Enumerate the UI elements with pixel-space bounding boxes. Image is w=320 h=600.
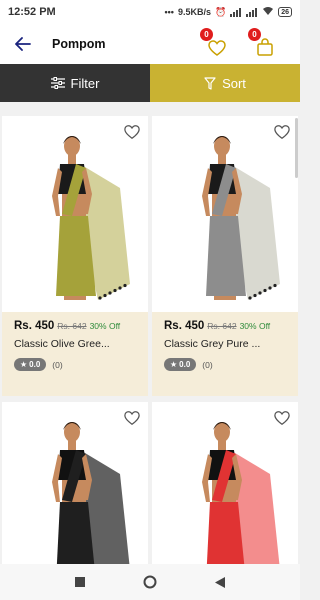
saree-model-image [202, 422, 280, 565]
product-grid: Rs. 450 Rs. 642 30% Off Classic Olive Gr… [0, 110, 300, 565]
recents-button[interactable] [70, 572, 90, 592]
product-discount: 30% Off [239, 321, 271, 331]
saree-model-image [202, 136, 280, 300]
product-info: Rs. 450 Rs. 642 30% Off Classic Grey Pur… [152, 312, 298, 396]
wishlist-count-badge: 0 [200, 28, 213, 41]
review-count: (0) [52, 359, 63, 370]
saree-model-image [52, 136, 130, 300]
star-icon: ★ [20, 360, 28, 369]
status-bar: 12:52 PM ••• 9.5KB/s ⏰ 26 [0, 0, 300, 24]
star-icon: ★ [170, 360, 178, 369]
app-bar: Pompom 0 0 [0, 24, 300, 64]
cart-count-badge: 0 [248, 28, 261, 41]
rating-value: 0.0 [29, 360, 41, 369]
filter-label: Filter [70, 75, 100, 91]
funnel-icon [204, 76, 216, 90]
product-card[interactable] [152, 402, 298, 565]
back-button[interactable] [12, 33, 34, 55]
system-nav-bar [0, 564, 300, 600]
wifi-icon [262, 6, 274, 18]
wishlist-heart-icon[interactable] [124, 410, 140, 426]
rating-value: 0.0 [179, 360, 191, 369]
net-speed: 9.5KB/s [177, 7, 211, 17]
battery-icon: 26 [278, 7, 292, 17]
battery-level: 26 [281, 8, 289, 16]
product-price: Rs. 450 [14, 320, 55, 332]
product-image [152, 402, 298, 565]
filter-sort-bar: Filter Sort [0, 64, 300, 102]
circle-icon [143, 575, 157, 589]
product-name: Classic Grey Pure ... [164, 338, 261, 350]
product-mrp: Rs. 642 [207, 321, 237, 331]
back-nav-button[interactable] [210, 572, 230, 592]
product-info: Rs. 450 Rs. 642 30% Off Classic Olive Gr… [2, 312, 148, 396]
page-title: Pompom [52, 37, 106, 51]
heart-icon [208, 40, 226, 56]
shopping-bag-icon [257, 38, 273, 56]
signal-icon [230, 7, 242, 17]
saree-model-image [52, 422, 130, 565]
filter-button[interactable]: Filter [0, 64, 150, 102]
product-price: Rs. 450 [164, 320, 205, 332]
alarm-icon: ⏰ [214, 6, 227, 17]
dots-icon: ••• [164, 7, 174, 17]
cart-button[interactable]: 0 [248, 28, 278, 56]
product-card[interactable] [2, 402, 148, 565]
product-image [152, 116, 298, 312]
wishlist-heart-icon[interactable] [274, 410, 290, 426]
sliders-icon [50, 77, 65, 89]
product-name: Classic Olive Gree... [14, 338, 110, 350]
product-card[interactable]: Rs. 450 Rs. 642 30% Off Classic Grey Pur… [152, 116, 298, 396]
product-image [2, 402, 148, 565]
arrow-left-icon [15, 37, 31, 51]
product-image [2, 116, 148, 312]
wishlist-heart-icon[interactable] [274, 124, 290, 140]
sort-button[interactable]: Sort [150, 64, 300, 102]
wishlist-button[interactable]: 0 [200, 28, 230, 56]
sort-label: Sort [222, 75, 246, 91]
signal-icon-2 [246, 7, 258, 17]
wishlist-heart-icon[interactable] [124, 124, 140, 140]
product-card[interactable]: Rs. 450 Rs. 642 30% Off Classic Olive Gr… [2, 116, 148, 396]
status-time: 12:52 PM [8, 6, 56, 18]
product-mrp: Rs. 642 [57, 321, 87, 331]
product-discount: 30% Off [89, 321, 121, 331]
triangle-back-icon [215, 576, 225, 588]
review-count: (0) [202, 359, 213, 370]
scrollbar[interactable] [295, 118, 298, 178]
rating-badge: ★ 0.0 [14, 358, 47, 371]
rating-badge: ★ 0.0 [164, 358, 197, 371]
square-icon [75, 577, 85, 587]
home-button[interactable] [140, 572, 160, 592]
